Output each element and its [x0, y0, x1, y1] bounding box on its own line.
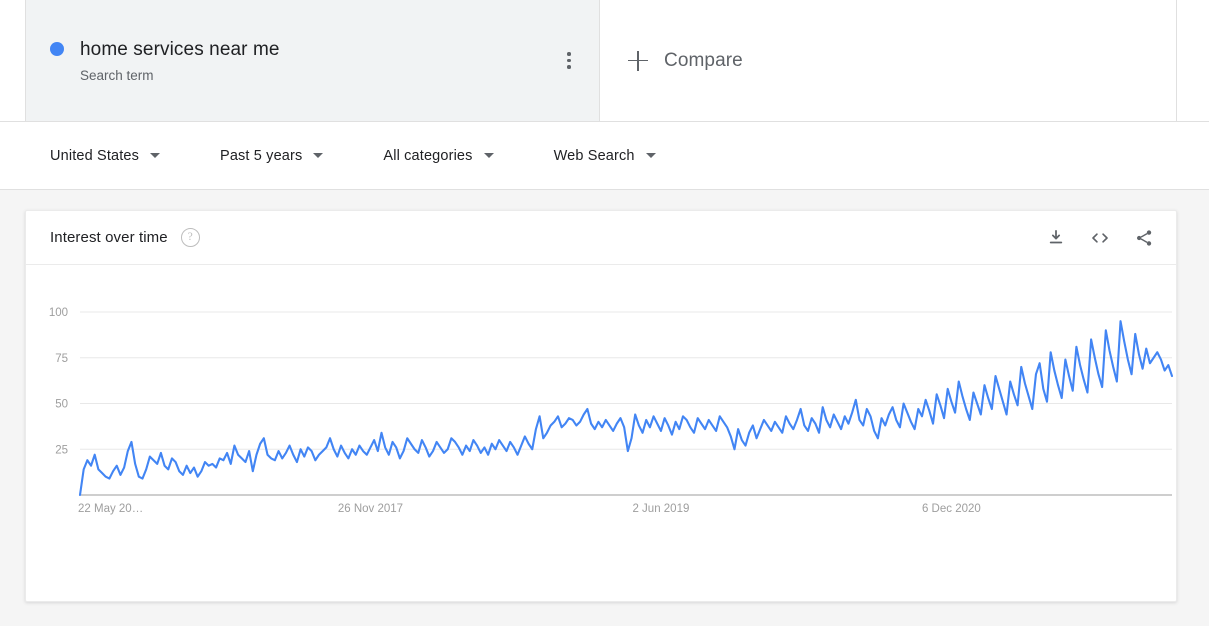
chevron-down-icon	[313, 153, 324, 158]
filter-location[interactable]: United States	[50, 148, 160, 164]
filter-bar: United States Past 5 years All categorie…	[0, 122, 1209, 190]
compare-button[interactable]: Compare	[600, 0, 1177, 121]
filter-search-type[interactable]: Web Search	[554, 148, 656, 164]
embed-icon[interactable]	[1088, 226, 1112, 250]
series-color-dot	[50, 42, 64, 56]
chart-card-area: Interest over time ? 100 75 50 25 22 May…	[0, 190, 1209, 602]
filter-category-label: All categories	[383, 147, 473, 164]
search-term-texts: home services near me Search term	[80, 35, 280, 86]
y-axis-tick-label: 100	[49, 307, 68, 319]
filter-time-range[interactable]: Past 5 years	[220, 147, 324, 164]
filter-category[interactable]: All categories	[383, 147, 494, 164]
more-vert-icon[interactable]	[557, 49, 581, 73]
chart-plot-body[interactable]: 100 75 50 25 22 May 20… 26 Nov 2017 2 Jun 2019…	[26, 265, 1176, 601]
y-axis-tick-label: 75	[55, 353, 68, 365]
y-axis-tick-label: 25	[55, 444, 68, 456]
x-axis-tick-label: 26 Nov 2017	[338, 503, 403, 515]
page-title: Interest over time	[50, 229, 168, 246]
chevron-down-icon	[645, 153, 656, 158]
filter-search-type-label: Web Search	[553, 147, 635, 164]
x-axis-tick-label: 2 Jun 2019	[632, 503, 689, 515]
filter-time-range-label: Past 5 years	[220, 147, 303, 164]
help-circle-icon[interactable]: ?	[180, 228, 200, 247]
search-term-title: home services near me	[80, 39, 280, 60]
search-term-subtitle: Search term	[80, 68, 154, 83]
download-icon[interactable]	[1044, 226, 1068, 250]
interest-over-time-chart[interactable]: 100 75 50 25 22 May 20… 26 Nov 2017 2 Jun 2019…	[26, 265, 1176, 601]
share-icon[interactable]	[1132, 226, 1156, 250]
x-axis-tick-label: 22 May 20…	[78, 503, 143, 515]
y-axis-tick-label: 50	[55, 399, 68, 411]
term-bar: home services near me Search term Compar…	[0, 0, 1209, 122]
plus-icon	[626, 49, 650, 73]
interest-over-time-card: Interest over time ? 100 75 50 25 22 May…	[25, 210, 1177, 602]
series-line-home-services-near-me[interactable]	[78, 320, 1174, 497]
compare-label: Compare	[664, 49, 743, 71]
chart-card-header: Interest over time ?	[26, 211, 1176, 265]
chart-card-actions	[1044, 226, 1156, 250]
chevron-down-icon	[150, 153, 160, 158]
chevron-down-icon	[483, 153, 494, 158]
filter-location-label: United States	[50, 147, 139, 164]
search-term-card[interactable]: home services near me Search term	[25, 0, 600, 121]
x-axis-tick-label: 6 Dec 2020	[922, 503, 981, 515]
